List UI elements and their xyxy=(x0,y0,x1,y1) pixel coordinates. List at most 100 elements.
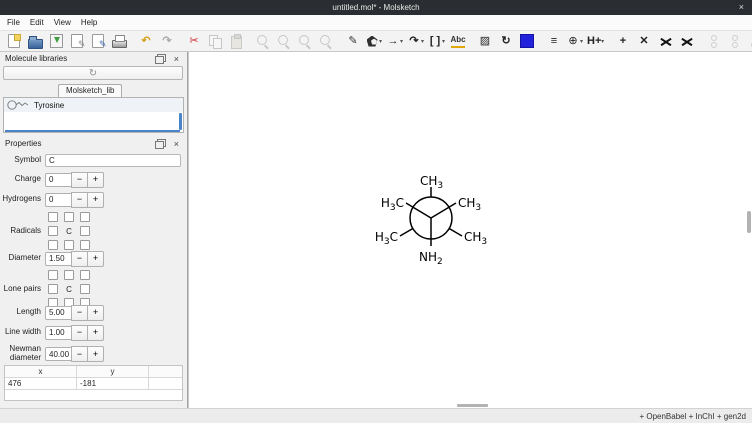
canvas-horizontal-scrollbar[interactable] xyxy=(457,404,488,407)
menu-edit[interactable]: Edit xyxy=(25,15,49,30)
substituent-ch3-upper-right[interactable]: CH3 xyxy=(458,196,481,213)
list-item-tyrosine[interactable]: Tyrosine xyxy=(4,98,183,112)
menu-view[interactable]: View xyxy=(49,15,76,30)
coordinates-table: x y 476 -181 xyxy=(4,365,183,401)
properties-panel-close-button[interactable]: × xyxy=(174,139,179,149)
library-panel-close-button[interactable]: × xyxy=(174,54,179,64)
panel-float-icon[interactable] xyxy=(155,141,164,149)
arrow-tool-button[interactable]: →▾ xyxy=(386,32,404,50)
properties-panel-title: Properties xyxy=(5,139,155,148)
length-input[interactable]: 5.00 xyxy=(45,306,72,320)
hydrogens-increment-button[interactable]: + xyxy=(87,192,104,208)
radical-checkbox[interactable] xyxy=(80,240,90,250)
library-list-vertical-scrollbar[interactable] xyxy=(179,113,182,130)
radical-checkbox[interactable] xyxy=(64,240,74,250)
ring-tool-icon xyxy=(365,33,379,50)
save-file-button[interactable] xyxy=(47,32,65,50)
zoom-in-button xyxy=(254,32,272,50)
ring-tool-button[interactable]: ▾ xyxy=(365,32,383,50)
hydrogens-decrement-button[interactable]: − xyxy=(71,192,88,208)
zoom-reset-button xyxy=(296,32,314,50)
coord-x-value[interactable]: 476 xyxy=(5,378,77,390)
coord-column-x[interactable]: x xyxy=(5,366,77,378)
coord-y-value[interactable]: -181 xyxy=(77,378,149,390)
menu-help[interactable]: Help xyxy=(76,15,102,30)
delete-tool-button[interactable]: ✕ xyxy=(635,32,653,50)
lone-pair-checkbox[interactable] xyxy=(80,270,90,280)
statusbar-text: + OpenBabel + InChI + gen2d xyxy=(639,412,746,421)
translate-tool-button[interactable]: + xyxy=(614,32,632,50)
diameter-increment-button[interactable]: + xyxy=(87,251,104,267)
panel-float-icon[interactable] xyxy=(155,56,164,64)
charge-input[interactable]: 0 xyxy=(45,173,72,187)
electron-arrow-2-button[interactable] xyxy=(677,32,695,50)
radical-checkbox[interactable] xyxy=(80,226,90,236)
hydrogen-tool-icon: H+ xyxy=(587,33,601,50)
coord-column-y[interactable]: y xyxy=(77,366,149,378)
line-width-increment-button[interactable]: + xyxy=(87,325,104,341)
lone-pair-checkbox[interactable] xyxy=(48,284,58,294)
radical-checkbox[interactable] xyxy=(48,240,58,250)
print-button[interactable] xyxy=(110,32,128,50)
line-width-input[interactable]: 1.00 xyxy=(45,326,72,340)
export-icon xyxy=(90,33,107,50)
charge-increment-button[interactable]: + xyxy=(87,172,104,188)
color-swatch-button[interactable] xyxy=(518,32,536,50)
text-tool-button[interactable]: Abc xyxy=(449,32,467,50)
lone-pair-checkbox[interactable] xyxy=(48,270,58,280)
newman-diameter-decrement-button[interactable]: − xyxy=(71,346,88,362)
hydrogen-tool-button[interactable]: H+▾ xyxy=(587,32,605,50)
symbol-label: Symbol xyxy=(0,156,41,165)
radical-checkbox[interactable] xyxy=(80,212,90,222)
library-refresh-button[interactable]: ↻ xyxy=(3,66,183,80)
cut-button[interactable]: ✂ xyxy=(185,32,203,50)
charge-decrement-button[interactable]: − xyxy=(71,172,88,188)
newman-diameter-input[interactable]: 40.00 xyxy=(45,347,72,361)
titlebar[interactable]: untitled.mol* - Molsketch × xyxy=(0,0,752,15)
window-close-button[interactable]: × xyxy=(739,0,744,15)
substituent-h3c-upper-left[interactable]: H3C xyxy=(381,196,404,213)
rotate-tool-button[interactable]: ↻ xyxy=(497,32,515,50)
bond-type-tool-button[interactable]: ≡ xyxy=(545,32,563,50)
bond-line[interactable] xyxy=(400,229,413,237)
library-list-horizontal-scrollbar[interactable] xyxy=(5,130,180,132)
draw-tool-button[interactable]: ✎ xyxy=(344,32,362,50)
new-file-button[interactable] xyxy=(5,32,23,50)
molecule-drawing[interactable]: CH3H3CCH3H3CCH3NH2 xyxy=(351,158,511,278)
diameter-decrement-button[interactable]: − xyxy=(71,251,88,267)
mechanism-arrow-tool-button[interactable]: ↷▾ xyxy=(407,32,425,50)
length-decrement-button[interactable]: − xyxy=(71,305,88,321)
symbol-input[interactable]: C xyxy=(45,154,181,167)
open-file-button[interactable] xyxy=(26,32,44,50)
charge-tool-button[interactable]: ⊕▾ xyxy=(566,32,584,50)
molecule-library-list: Tyrosine xyxy=(3,97,184,133)
newman-diameter-increment-button[interactable]: + xyxy=(87,346,104,362)
bond-line[interactable] xyxy=(449,229,462,237)
save-as-icon xyxy=(69,33,86,50)
substituent-ch3-lower-right[interactable]: CH3 xyxy=(464,230,487,247)
lone-pair-checkbox[interactable] xyxy=(80,284,90,294)
diameter-input[interactable]: 1.50 xyxy=(45,252,72,266)
newman-diameter-label: Newman diameter xyxy=(0,345,41,363)
menu-file[interactable]: File xyxy=(2,15,25,30)
radical-checkbox[interactable] xyxy=(48,226,58,236)
lone-pair-checkbox[interactable] xyxy=(64,270,74,280)
line-width-decrement-button[interactable]: − xyxy=(71,325,88,341)
export-button[interactable] xyxy=(89,32,107,50)
radical-checkbox[interactable] xyxy=(64,212,74,222)
radical-checkbox[interactable] xyxy=(48,212,58,222)
hatch-tool-icon: ▨ xyxy=(477,33,494,50)
drawing-canvas[interactable]: CH3H3CCH3H3CCH3NH2 xyxy=(188,52,752,408)
save-as-button[interactable] xyxy=(68,32,86,50)
length-increment-button[interactable]: + xyxy=(87,305,104,321)
electron-arrow-1-button[interactable] xyxy=(656,32,674,50)
bracket-tool-button[interactable]: [ ]▾ xyxy=(428,32,446,50)
hatch-tool-button[interactable]: ▨ xyxy=(476,32,494,50)
canvas-vertical-scrollbar[interactable] xyxy=(747,211,751,233)
undo-button[interactable]: ↶ xyxy=(137,32,155,50)
substituent-h3c-lower-left[interactable]: H3C xyxy=(375,230,398,247)
zoom-out-icon xyxy=(276,33,293,50)
substituent-nh2-bottom[interactable]: NH2 xyxy=(419,250,443,267)
hydrogens-input[interactable]: 0 xyxy=(45,193,72,207)
coord-row-spacer xyxy=(149,378,182,390)
